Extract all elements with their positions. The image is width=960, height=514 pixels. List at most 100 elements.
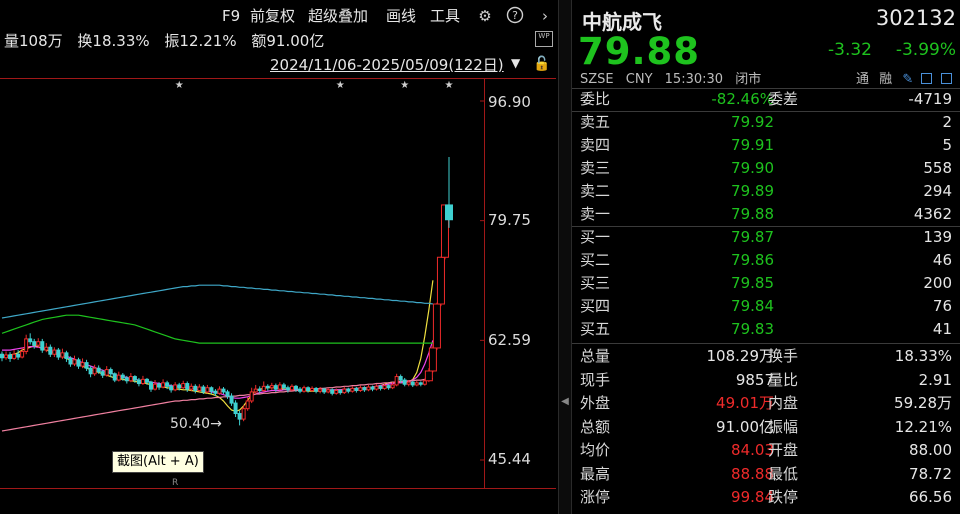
candle[interactable] [253, 384, 258, 395]
candle[interactable] [386, 384, 391, 390]
candle[interactable] [414, 380, 419, 387]
candle[interactable] [229, 393, 234, 406]
candle[interactable] [48, 344, 53, 358]
candle[interactable] [330, 388, 335, 396]
candle[interactable] [432, 302, 441, 351]
candle[interactable] [72, 355, 77, 367]
candle[interactable] [197, 384, 202, 392]
detail-row[interactable]: 外盘 49.01万 内盘 59.28万 [572, 392, 960, 415]
candle[interactable] [410, 380, 415, 388]
candle[interactable] [209, 386, 214, 395]
candle[interactable] [326, 387, 331, 394]
chevron-right-icon[interactable]: › [535, 6, 555, 26]
candle[interactable] [60, 348, 65, 360]
event-star-icon[interactable]: ★ [175, 80, 184, 91]
candle[interactable] [153, 380, 158, 391]
candle[interactable] [428, 344, 437, 373]
bid-row[interactable]: 买三 79.85 200 [572, 272, 960, 295]
detail-row[interactable]: 最高 88.88 最低 78.72 [572, 463, 960, 486]
candle[interactable] [436, 256, 445, 307]
triangle-left-icon[interactable]: ◀ [559, 396, 571, 407]
restore-rights-button[interactable]: 前复权 [250, 4, 295, 28]
candle[interactable] [149, 380, 153, 392]
candle[interactable] [350, 386, 355, 393]
candle[interactable] [52, 347, 57, 358]
ask-row[interactable]: 卖五 79.92 2 [572, 111, 960, 134]
candle[interactable] [84, 359, 89, 371]
candle[interactable] [358, 385, 363, 392]
candle[interactable] [112, 372, 117, 383]
candle[interactable] [402, 377, 407, 387]
candle[interactable] [76, 357, 81, 369]
bid-row[interactable]: 买五 79.83 41 [572, 318, 960, 341]
candle[interactable] [225, 389, 230, 399]
ask-row[interactable]: 卖三 79.90 558 [572, 157, 960, 180]
lock-icon[interactable]: 🔓 [533, 56, 550, 72]
candle[interactable] [269, 382, 274, 390]
bid-row[interactable]: 买四 79.84 76 [572, 295, 960, 318]
candle[interactable] [265, 384, 270, 391]
gear-icon[interactable]: ⚙ [475, 6, 495, 26]
candle[interactable] [277, 382, 282, 391]
date-range-selector[interactable]: 2024/11/06-2025/05/09(122日) [270, 55, 504, 75]
ask-row[interactable]: 卖二 79.89 294 [572, 180, 960, 203]
detail-row[interactable]: 总量 108.29万 换手 18.33% [572, 345, 960, 368]
candle[interactable] [249, 387, 254, 404]
event-star-icon[interactable]: ★ [400, 80, 409, 91]
pencil-icon[interactable]: ✎ [902, 72, 913, 87]
detail-row[interactable]: 均价 84.03 开盘 88.00 [572, 439, 960, 462]
candle[interactable] [64, 350, 69, 362]
tools-button[interactable]: 工具 [430, 4, 460, 28]
candle[interactable] [261, 381, 266, 392]
candle[interactable] [342, 387, 347, 395]
candle[interactable] [221, 387, 226, 395]
candle[interactable] [40, 338, 45, 353]
detail-row[interactable]: 总额 91.00亿 振幅 12.21% [572, 416, 960, 439]
candle[interactable] [92, 364, 97, 376]
ask-row[interactable]: 卖一 79.88 4362 [572, 203, 960, 226]
candle[interactable] [173, 382, 178, 392]
candle[interactable] [298, 387, 302, 394]
candle[interactable] [136, 377, 141, 387]
candle[interactable] [314, 387, 319, 394]
candle[interactable] [56, 347, 61, 360]
candle[interactable] [20, 347, 25, 359]
candle[interactable] [116, 371, 121, 382]
candle[interactable] [374, 384, 379, 391]
detail-row[interactable]: 涨停 99.84 跌停 66.56 [572, 486, 960, 509]
candle[interactable] [24, 334, 29, 355]
candle[interactable] [205, 384, 210, 394]
bid-row[interactable]: 买二 79.86 46 [572, 249, 960, 272]
f9-button[interactable]: F9 [222, 4, 240, 28]
candle[interactable] [88, 366, 93, 378]
draw-line-button[interactable]: 画线 [386, 4, 416, 28]
candle[interactable] [217, 386, 222, 395]
candle[interactable] [28, 333, 33, 345]
info-icon[interactable] [940, 73, 952, 84]
candle[interactable] [366, 384, 371, 392]
candle[interactable] [140, 375, 145, 385]
candle[interactable] [445, 156, 453, 228]
candle[interactable] [4, 351, 9, 360]
candle[interactable] [161, 379, 166, 389]
candle[interactable] [0, 351, 4, 362]
kline-plot[interactable]: ★ ★ ★ ★ [0, 79, 484, 488]
candle[interactable] [12, 350, 17, 360]
wp-icon[interactable]: WP [535, 31, 553, 47]
event-star-icon[interactable]: ★ [445, 80, 454, 91]
candle[interactable] [104, 366, 109, 377]
question-icon[interactable]: ? [505, 6, 525, 26]
dropdown-arrow-icon[interactable]: ▼ [511, 56, 520, 70]
alert-icon[interactable] [921, 73, 933, 84]
candle[interactable] [394, 373, 399, 387]
candle[interactable] [233, 400, 238, 418]
candle[interactable] [237, 410, 242, 426]
panel-divider[interactable]: ◀ [558, 0, 572, 514]
overlay-button[interactable]: 超级叠加 [308, 4, 368, 28]
bid-row[interactable]: 买一 79.87 139 [572, 226, 960, 249]
candle[interactable] [128, 373, 133, 383]
candle[interactable] [302, 385, 307, 393]
candle[interactable] [181, 380, 186, 390]
ask-row[interactable]: 卖四 79.91 5 [572, 134, 960, 157]
candle[interactable] [322, 387, 327, 395]
